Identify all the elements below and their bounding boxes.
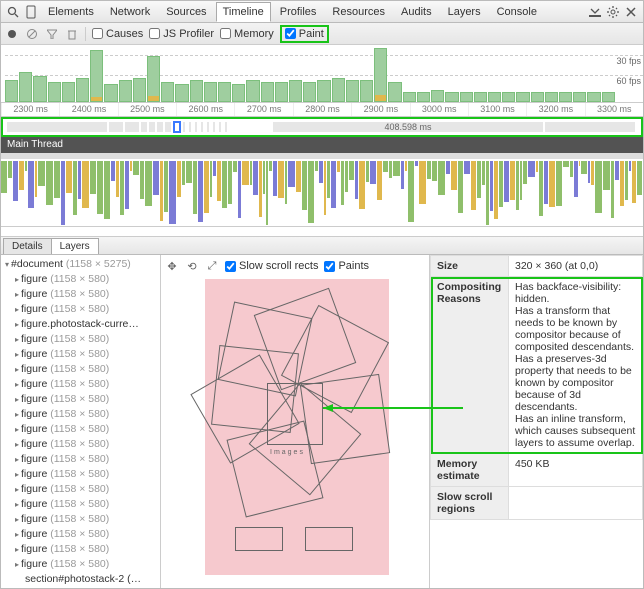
arrow-icon [323,403,463,413]
garbage-icon[interactable] [65,27,79,41]
prop-scroll-key: Slow scroll regions [431,487,509,520]
layer-canvas[interactable]: ✥ ⟲ ⤢ Slow scroll rects Paints Images [161,255,429,588]
devtools-tabbar: Elements Network Sources Timeline Profil… [1,1,643,23]
memory-label: Memory [234,28,274,40]
selected-layer[interactable] [267,383,323,445]
layer-viewport: Images [205,279,389,575]
fps-chart[interactable]: 30 fps 60 fps [1,45,643,103]
layer-properties: Size320 × 360 (at 0,0) Compositing Reaso… [429,255,643,588]
prop-mem-key: Memory estimate [431,454,509,487]
pan-icon[interactable]: ✥ [165,259,179,273]
paints-checkbox[interactable]: Paints [324,260,369,272]
rotate-icon[interactable]: ⟲ [185,259,199,273]
separator [85,27,86,41]
tab-sources[interactable]: Sources [159,2,213,22]
search-icon[interactable] [5,4,21,20]
tab-console[interactable]: Console [490,2,544,22]
scrubber-thumb[interactable] [173,121,181,133]
gear-icon[interactable] [605,4,621,20]
tab-timeline[interactable]: Timeline [216,2,271,22]
tab-network[interactable]: Network [103,2,157,22]
overview-time: 408.598 ms [273,122,543,132]
main-thread-label: Main Thread [1,137,643,153]
memory-checkbox[interactable]: Memory [220,28,274,40]
reset-icon[interactable]: ⤢ [205,259,219,273]
prop-size-val: 320 × 360 (at 0,0) [509,256,643,277]
images-label: Images [270,449,305,456]
tab-layers-detail[interactable]: Layers [51,238,99,254]
slow-scroll-checkbox[interactable]: Slow scroll rects [225,260,318,272]
layer-tree[interactable]: #document (1158 × 5275)figure (1158 × 58… [1,255,161,588]
clear-icon[interactable] [25,27,39,41]
jsprofiler-label: JS Profiler [163,28,214,40]
tab-profiles[interactable]: Profiles [273,2,324,22]
tab-elements[interactable]: Elements [41,2,101,22]
close-icon[interactable] [623,4,639,20]
overview-scrubber[interactable]: 408.598 ms [1,117,643,137]
spacer [1,227,643,237]
filter-icon[interactable] [45,27,59,41]
tab-layers[interactable]: Layers [441,2,488,22]
prop-size-key: Size [431,256,509,277]
prop-reasons-key: Compositing Reasons [431,277,509,454]
canvas-controls: ✥ ⟲ ⤢ Slow scroll rects Paints [165,259,369,273]
record-icon[interactable] [5,27,19,41]
tab-audits[interactable]: Audits [394,2,439,22]
tab-resources[interactable]: Resources [325,2,392,22]
tab-details[interactable]: Details [3,238,52,254]
details-tabs: Details Layers [1,237,643,255]
device-icon[interactable] [23,4,39,20]
jsprofiler-checkbox[interactable]: JS Profiler [149,28,214,40]
paint-checkbox[interactable]: Paint [285,28,324,40]
time-axis: 2300 ms2400 ms2500 ms2600 ms2700 ms2800 … [1,103,643,117]
layers-panel: #document (1158 × 5275)figure (1158 × 58… [1,255,643,588]
drawer-icon[interactable] [587,4,603,20]
causes-label: Causes [106,28,143,40]
prop-reasons-val: Has backface-visibility: hidden.Has a tr… [509,277,643,454]
paint-highlight: Paint [280,25,329,43]
causes-checkbox[interactable]: Causes [92,28,143,40]
flame-chart[interactable] [1,153,643,227]
paint-label: Paint [299,28,324,40]
timeline-toolbar: Causes JS Profiler Memory Paint [1,23,643,45]
prop-scroll-val [509,487,643,520]
prop-mem-val: 450 KB [509,454,643,487]
